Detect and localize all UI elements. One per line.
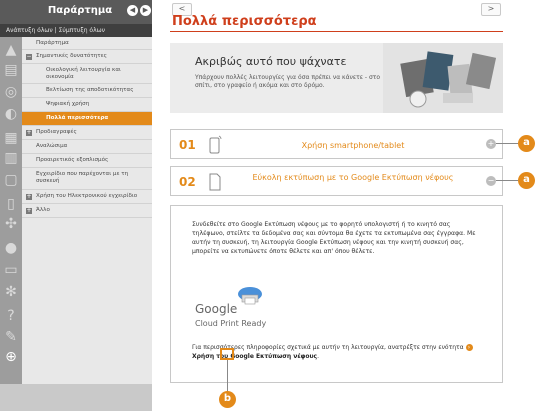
callout-leader bbox=[227, 360, 228, 392]
callout-a: a bbox=[518, 135, 535, 152]
collapse-icon[interactable]: − bbox=[486, 176, 496, 186]
sidebar-item[interactable]: Ψηφιακή χρήση bbox=[22, 98, 152, 112]
plus-icon[interactable]: ⊕ bbox=[3, 349, 19, 365]
sidebar-header: Παράρτημα ◀ ▶ bbox=[0, 0, 152, 24]
detail-footnote: Για περισσότερες πληροφορίες σχετικά με … bbox=[192, 343, 482, 361]
sidebar-tree: Παράρτημα − Σημαντικές δυνατότητες Οικολ… bbox=[22, 37, 152, 384]
jump-link-icon[interactable]: › bbox=[465, 344, 473, 351]
sidebar-item-selected[interactable]: Πολλά περισσότερα bbox=[22, 112, 152, 126]
title-divider bbox=[170, 31, 503, 32]
google-cloud-print-logo: Google Cloud Print Ready bbox=[195, 284, 285, 339]
sidebar-item[interactable]: Αναλώσιμα bbox=[22, 140, 152, 154]
detail-paragraph: Συνδεθείτε στο Google Εκτύπωση νέφους με… bbox=[192, 221, 476, 255]
printer-icon[interactable]: ▦ bbox=[3, 130, 19, 146]
feature-label[interactable]: Χρήση smartphone/tablet bbox=[243, 141, 463, 150]
lock-icon[interactable]: ● bbox=[3, 240, 19, 256]
banner-text: Υπάρχουν πολλές λειτουργίες για όσα πρέπ… bbox=[195, 74, 381, 89]
fax-icon[interactable]: ▥ bbox=[3, 150, 19, 166]
callout-leader bbox=[496, 180, 518, 181]
warning-icon[interactable]: ▲ bbox=[3, 42, 19, 58]
sidebar-item[interactable]: + Χρήση του Ηλεκτρονικού εγχειρίδιο bbox=[22, 190, 152, 204]
gear-icon[interactable]: ✻ bbox=[3, 284, 19, 300]
collapse-toggle-icon[interactable]: − bbox=[26, 54, 32, 60]
feature-label[interactable]: Εύκολη εκτύπωση με το Google Εκτύπωση νέ… bbox=[243, 173, 463, 182]
sidebar-item[interactable]: + Προδιαγραφές bbox=[22, 126, 152, 140]
document-icon bbox=[209, 173, 221, 191]
link-icon[interactable]: ◐ bbox=[3, 106, 19, 122]
expand-toggle-icon[interactable]: + bbox=[26, 208, 32, 214]
sidebar-prev-icon[interactable]: ◀ bbox=[127, 5, 138, 16]
sidebar-next-icon[interactable]: ▶ bbox=[140, 5, 151, 16]
banner-illustration bbox=[383, 43, 503, 113]
feature-number: 01 bbox=[179, 138, 196, 152]
book-icon[interactable]: ▤ bbox=[3, 62, 19, 78]
cloud-print-ready-label: Cloud Print Ready bbox=[195, 319, 267, 328]
help-icon[interactable]: ? bbox=[3, 308, 19, 324]
copy-icon[interactable]: ◎ bbox=[3, 84, 19, 100]
detail-link[interactable]: Χρήση του Google Εκτύπωση νέφους bbox=[192, 353, 317, 360]
expand-toggle-icon[interactable]: + bbox=[26, 130, 32, 136]
feature-row[interactable]: 02 Εύκολη εκτύπωση με το Google Εκτύπωση… bbox=[170, 166, 503, 196]
sidebar-item[interactable]: Προαιρετικός εξοπλισμός bbox=[22, 154, 152, 168]
scan-icon[interactable]: ▢ bbox=[3, 172, 19, 188]
callout-b: b bbox=[219, 391, 236, 408]
link-highlight-box bbox=[220, 348, 234, 360]
google-wordmark: Google bbox=[195, 302, 238, 316]
sidebar-footer bbox=[0, 384, 152, 411]
banner-heading: Ακριβώς αυτό που ψάχνατε bbox=[195, 55, 347, 68]
network-icon[interactable]: ✣ bbox=[3, 216, 19, 232]
page-title: Πολλά περισσότερα bbox=[172, 14, 317, 29]
sidebar-item[interactable]: Παράρτημα bbox=[22, 37, 152, 50]
banner: Ακριβώς αυτό που ψάχνατε Υπάρχουν πολλές… bbox=[170, 43, 503, 113]
callout-a: a bbox=[518, 172, 535, 189]
phone-icon[interactable]: ▯ bbox=[3, 196, 19, 212]
expand-icon[interactable]: + bbox=[486, 139, 496, 149]
smartphone-icon bbox=[209, 135, 222, 154]
sidebar-item[interactable]: − Σημαντικές δυνατότητες bbox=[22, 50, 152, 64]
expand-toggle-icon[interactable]: + bbox=[26, 194, 32, 200]
cloud-printer-icon bbox=[238, 287, 262, 305]
next-page-button[interactable]: > bbox=[481, 3, 501, 16]
monitor-icon[interactable]: ▭ bbox=[3, 262, 19, 278]
sidebar-icon-rail: ▲ ▤ ◎ ◐ ▦ ▥ ▢ ▯ ✣ ● ▭ ✻ ? ✎ ⊕ bbox=[0, 0, 22, 384]
sidebar-title: Παράρτημα bbox=[47, 5, 113, 16]
feature-number: 02 bbox=[179, 175, 196, 189]
sidebar-item[interactable]: Εγχειρίδιο που παρέχονται με τη συσκευή bbox=[22, 168, 152, 190]
feature-row[interactable]: 01 Χρήση smartphone/tablet + bbox=[170, 129, 503, 159]
expand-collapse-all[interactable]: Ανάπτυξη όλων | Σύμπτυξη όλων bbox=[0, 24, 152, 37]
callout-leader bbox=[496, 143, 518, 144]
sidebar-item[interactable]: + Άλλο bbox=[22, 204, 152, 218]
sidebar-item[interactable]: Βελτίωση της αποδοτικότητας bbox=[22, 84, 152, 98]
sidebar-item[interactable]: Οικολογική λειτουργία και οικονομία bbox=[22, 64, 152, 84]
wrench-icon[interactable]: ✎ bbox=[3, 329, 19, 345]
